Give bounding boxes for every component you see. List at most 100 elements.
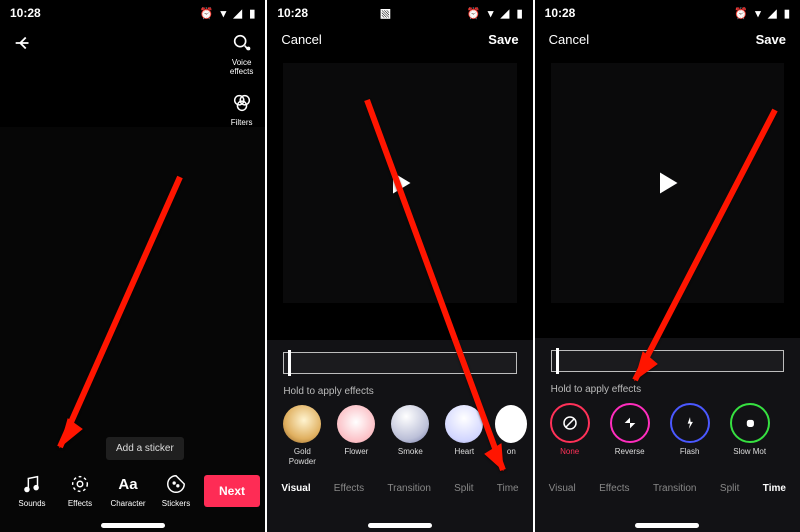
apply-hint: Hold to apply effects — [535, 376, 800, 399]
sounds-label: Sounds — [18, 499, 45, 508]
tab-time[interactable]: Time — [497, 483, 519, 494]
tab-transition[interactable]: Transition — [387, 483, 431, 494]
save-button[interactable]: Save — [756, 32, 786, 47]
top-bar: Voice effects Filters — [0, 24, 265, 127]
editor-top-bar: Cancel Save — [535, 24, 800, 53]
character-icon: Aa — [117, 473, 139, 495]
time-slow-motion[interactable]: Slow Mot — [729, 403, 771, 467]
annotation-arrow — [30, 167, 200, 477]
alarm-icon: ⏰ — [734, 8, 748, 20]
timeline-scrubber[interactable] — [283, 352, 516, 374]
none-icon — [550, 403, 590, 443]
battery-icon: ▮ — [249, 8, 255, 20]
tab-effects[interactable]: Effects — [599, 483, 629, 494]
filters-label: Filters — [231, 118, 253, 127]
stickers-label: Stickers — [162, 499, 190, 508]
play-icon — [653, 169, 681, 197]
video-preview[interactable] — [551, 63, 784, 303]
effects-icon — [69, 473, 91, 495]
screen-post-capture: 10:28 ⏰ ▾ ◢ ▮ Voice effects — [0, 0, 265, 532]
save-button[interactable]: Save — [488, 32, 518, 47]
tab-effects[interactable]: Effects — [334, 483, 364, 494]
voice-effects-icon — [231, 32, 253, 54]
wifi-icon: ▾ — [755, 8, 761, 20]
voice-effects-label: Voice effects — [230, 58, 253, 76]
alarm-icon: ⏰ — [467, 8, 481, 20]
apply-hint: Hold to apply effects — [267, 378, 532, 401]
battery-icon: ▮ — [517, 8, 523, 20]
effects-label: Effects — [68, 499, 92, 508]
capture-preview: Add a sticker Sounds Effects Aa Characte… — [0, 127, 265, 532]
timeline-cursor[interactable] — [288, 350, 291, 376]
visual-effects-row: Gold Powder Flower Smoke Heart on Rainbo — [267, 401, 532, 469]
flash-icon — [670, 403, 710, 443]
effect-neon[interactable]: on — [497, 405, 525, 467]
tab-transition[interactable]: Transition — [653, 483, 697, 494]
filters-tool[interactable]: Filters — [231, 92, 253, 127]
neon-thumb — [495, 405, 527, 443]
nav-pill[interactable] — [101, 523, 165, 528]
effect-smoke[interactable]: Smoke — [389, 405, 431, 467]
status-bar: 10:28 ⏰ ▾ ◢ ▮ — [0, 0, 265, 24]
time-flash[interactable]: Flash — [669, 403, 711, 467]
smoke-thumb — [391, 405, 429, 443]
time-reverse[interactable]: Reverse — [609, 403, 651, 467]
video-preview[interactable] — [283, 63, 516, 303]
status-bar: 10:28 ⏰ ▾ ◢ ▮ — [535, 0, 800, 24]
sounds-tool[interactable]: Sounds — [12, 473, 52, 508]
status-bar: 10:28 ▧ ⏰ ▾ ◢ ▮ — [267, 0, 532, 24]
slowmo-icon — [730, 403, 770, 443]
timeline-scrubber[interactable] — [551, 350, 784, 372]
status-icons: ⏰ ▾ ◢ ▮ — [196, 6, 256, 20]
tab-visual[interactable]: Visual — [549, 483, 576, 494]
bottom-toolbar: Sounds Effects Aa Character Stickers Nex… — [0, 473, 265, 508]
alarm-icon: ⏰ — [200, 8, 214, 20]
sounds-icon — [21, 473, 43, 495]
flower-thumb — [337, 405, 375, 443]
wifi-icon: ▾ — [221, 8, 227, 20]
stickers-tool[interactable]: Stickers — [156, 473, 196, 508]
effects-tool[interactable]: Effects — [60, 473, 100, 508]
reverse-icon — [610, 403, 650, 443]
status-time: 10:28 — [277, 6, 308, 20]
nav-pill[interactable] — [368, 523, 432, 528]
voice-effects-tool[interactable]: Voice effects — [230, 32, 253, 76]
back-arrow-icon[interactable] — [12, 32, 34, 54]
stickers-icon — [165, 473, 187, 495]
time-none[interactable]: None — [549, 403, 591, 467]
editor-top-bar: Cancel Save — [267, 24, 532, 53]
cancel-button[interactable]: Cancel — [281, 32, 321, 47]
effect-tabs: Visual Effects Transition Split Time — [267, 469, 532, 504]
play-icon — [386, 169, 414, 197]
battery-icon: ▮ — [784, 8, 790, 20]
filters-icon — [231, 92, 253, 114]
add-sticker-tooltip: Add a sticker — [106, 437, 184, 460]
effect-flower[interactable]: Flower — [335, 405, 377, 467]
status-icons: ⏰ ▾ ◢ ▮ — [730, 6, 790, 20]
status-icons: ⏰ ▾ ◢ ▮ — [463, 6, 523, 20]
effect-tabs: Visual Effects Transition Split Time — [535, 469, 800, 504]
heart-thumb — [445, 405, 483, 443]
status-time: 10:28 — [10, 6, 41, 20]
signal-icon: ◢ — [768, 8, 776, 20]
time-effects-row: None Reverse Flash — [535, 399, 800, 469]
effect-gold-powder[interactable]: Gold Powder — [281, 405, 323, 467]
tab-split[interactable]: Split — [720, 483, 739, 494]
screen-effects-visual: 10:28 ▧ ⏰ ▾ ◢ ▮ Cancel Save Hold to appl… — [267, 0, 532, 532]
cancel-button[interactable]: Cancel — [549, 32, 589, 47]
status-time: 10:28 — [545, 6, 576, 20]
tab-visual[interactable]: Visual — [281, 483, 310, 494]
nav-pill[interactable] — [635, 523, 699, 528]
tab-split[interactable]: Split — [454, 483, 473, 494]
signal-icon: ◢ — [501, 8, 509, 20]
effect-heart[interactable]: Heart — [443, 405, 485, 467]
gold-powder-thumb — [283, 405, 321, 443]
timeline-cursor[interactable] — [556, 348, 559, 374]
screen-effects-time: 10:28 ⏰ ▾ ◢ ▮ Cancel Save Hold to apply … — [535, 0, 800, 532]
tab-time[interactable]: Time — [763, 483, 786, 494]
character-label: Character — [110, 499, 145, 508]
gallery-icon: ▧ — [380, 6, 391, 20]
next-button[interactable]: Next — [204, 475, 260, 507]
wifi-icon: ▾ — [488, 8, 494, 20]
character-tool[interactable]: Aa Character — [108, 473, 148, 508]
